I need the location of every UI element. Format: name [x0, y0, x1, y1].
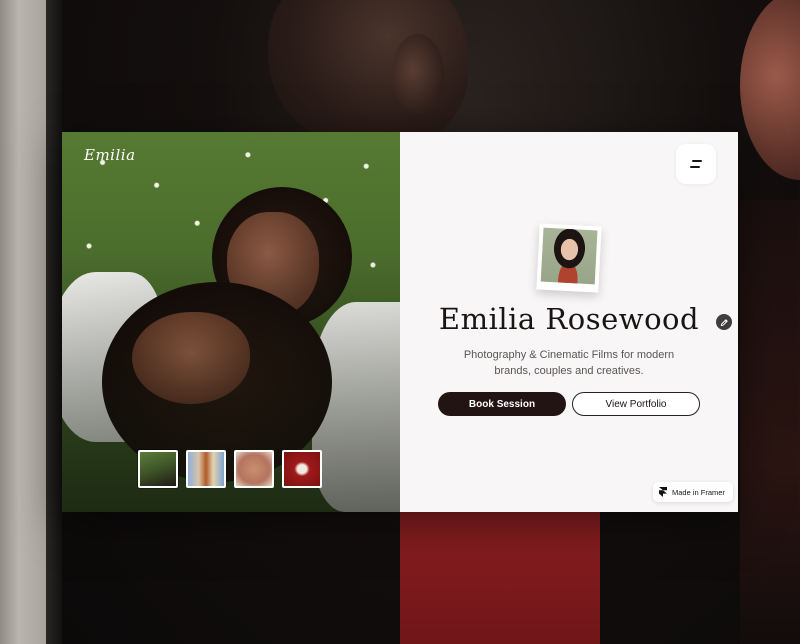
thumbnail-couple-portrait[interactable]	[186, 450, 226, 488]
menu-icon	[692, 160, 702, 162]
hero-image: Emilia	[62, 132, 400, 512]
view-portfolio-button[interactable]: View Portfolio	[572, 392, 700, 416]
website-preview: Emilia Emilia Rosewood Photography & Cin…	[62, 132, 738, 512]
thumbnail-hands-detail[interactable]	[234, 450, 274, 488]
edit-button[interactable]	[716, 314, 732, 330]
menu-button[interactable]	[676, 144, 716, 184]
thumbnail-grass-portrait[interactable]	[138, 450, 178, 488]
site-logo[interactable]: Emilia	[84, 146, 136, 164]
pencil-icon	[720, 318, 728, 326]
menu-icon-line	[690, 166, 700, 168]
page-title: Emilia Rosewood	[438, 302, 700, 336]
thumbnail-strip	[138, 450, 322, 488]
background-red-garment	[400, 512, 600, 644]
profile-photo	[540, 227, 598, 285]
thumbnail-red-backdrop-portrait[interactable]	[282, 450, 322, 488]
tagline: Photography & Cinematic Films for modern…	[463, 349, 675, 377]
background-right-figure	[740, 200, 800, 644]
book-session-button[interactable]: Book Session	[438, 392, 566, 416]
framer-icon	[659, 487, 667, 497]
profile-polaroid	[536, 223, 602, 293]
intro-panel: Emilia Rosewood Photography & Cinematic …	[400, 132, 738, 512]
background-frame-edge	[46, 0, 62, 644]
made-in-framer-badge[interactable]: Made in Framer	[653, 482, 733, 502]
badge-label: Made in Framer	[672, 487, 725, 497]
background-ear	[392, 34, 444, 114]
